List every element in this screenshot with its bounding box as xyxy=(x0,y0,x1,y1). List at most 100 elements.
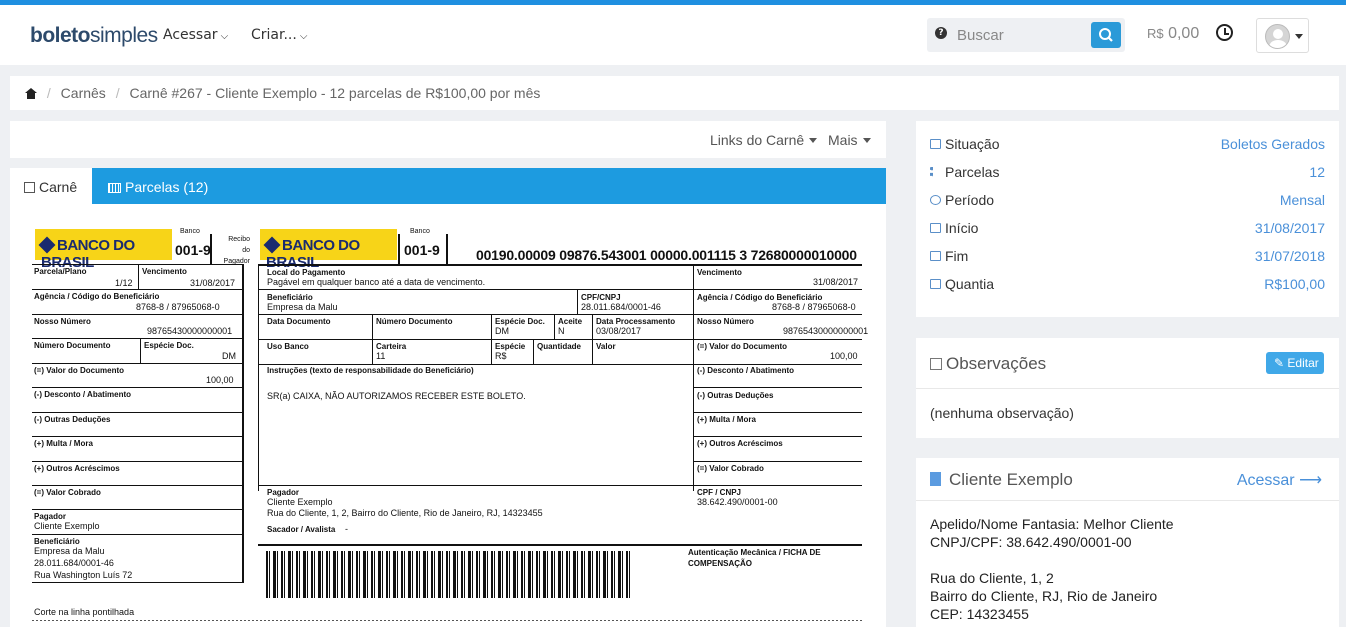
chevron-down-icon: ⌵ xyxy=(220,31,229,42)
breadcrumb-carnes[interactable]: Carnês xyxy=(61,85,106,101)
home-icon[interactable] xyxy=(25,88,37,99)
auth-label: Autenticação Mecânica / FICHA DE COMPENS… xyxy=(688,548,821,568)
field-label: (-) Outras Deduções xyxy=(697,391,774,400)
field-label: Beneficiário xyxy=(34,537,80,546)
field-label: Pagador xyxy=(267,488,300,497)
observacoes-body: (nenhuma observação) xyxy=(930,405,1074,421)
pencil-icon: ✎ xyxy=(1274,356,1285,370)
field-value: Cliente Exemplo xyxy=(267,497,333,507)
bank-label: Banco xyxy=(180,228,200,235)
field-value: 8768-8 / 87965068-0 xyxy=(136,302,220,312)
edit-button[interactable]: ✎ Editar xyxy=(1266,352,1324,374)
field-value: 8768-8 / 87965068-0 xyxy=(772,302,856,312)
field-value: R$ xyxy=(495,351,507,361)
list-icon xyxy=(930,167,941,177)
field-value: Rua do Cliente, 1, 2, Bairro do Cliente,… xyxy=(267,508,543,518)
cliente-apelido: Apelido/Nome Fantasia: Melhor Cliente xyxy=(930,516,1174,532)
field-label: (+) Outros Acréscimos xyxy=(697,439,783,448)
observacoes-title: Observações xyxy=(930,354,1046,374)
instructions-text: SR(a) CAIXA, NÃO AUTORIZAMOS RECEBER EST… xyxy=(267,391,526,401)
field-value: 03/08/2017 xyxy=(596,326,642,336)
field-label: (-) Outras Deduções xyxy=(34,415,111,424)
calendar-icon xyxy=(930,251,941,261)
field-label: Agência / Código do Beneficiário xyxy=(34,292,160,301)
field-label: Quantidade xyxy=(537,342,582,351)
tab-carne[interactable]: Carnê xyxy=(10,168,92,204)
logo[interactable]: boletosimples xyxy=(30,24,158,48)
field-label: Data Processamento xyxy=(596,317,676,326)
search-button[interactable] xyxy=(1091,22,1121,48)
menu-acessar[interactable]: Acessar ⌵ xyxy=(163,27,228,43)
field-value: N xyxy=(558,326,565,336)
field-label: Vencimento xyxy=(142,267,187,276)
field-value: 31/08/2017 xyxy=(190,278,236,288)
links-do-carne-dropdown[interactable]: Links do Carnê xyxy=(710,132,818,148)
chevron-down-icon: ⌵ xyxy=(299,31,308,42)
arrow-right-icon: ⟶ xyxy=(1299,472,1322,489)
field-label: Beneficiário xyxy=(267,293,313,302)
observacoes-panel: Observações ✎ Editar (nenhuma observação… xyxy=(916,338,1339,438)
balance[interactable]: R$ 0,00 xyxy=(1147,25,1199,43)
user-menu[interactable] xyxy=(1256,18,1309,53)
tab-parcelas[interactable]: Parcelas (12) xyxy=(108,179,208,195)
help-icon[interactable]: ? xyxy=(935,27,947,39)
caret-down-icon xyxy=(862,138,871,143)
field-label: Agência / Código do Beneficiário xyxy=(697,293,823,302)
field-label: Número Documento xyxy=(376,317,453,326)
breadcrumb: / Carnês / Carnê #267 - Cliente Exemplo … xyxy=(10,76,1339,110)
field-label: Uso Banco xyxy=(267,342,309,351)
top-navbar: boletosimples Acessar⌵ Criar...⌵ ? R$ 0,… xyxy=(0,5,1346,65)
cliente-addr1: Rua do Cliente, 1, 2 xyxy=(930,570,1054,586)
field-label: (+) Multa / Mora xyxy=(697,415,756,424)
search-icon xyxy=(1099,28,1113,42)
cliente-access-link[interactable]: Acessar ⟶ xyxy=(1237,470,1322,490)
menu-criar[interactable]: Criar... ⌵ xyxy=(251,27,307,43)
field-label: Nosso Número xyxy=(34,317,91,326)
barcode-icon xyxy=(108,183,121,193)
field-label: Instruções (texto de responsabilidade do… xyxy=(267,366,474,375)
field-label: Pagador xyxy=(34,512,67,521)
cliente-panel: Cliente Exemplo Acessar ⟶ Apelido/Nome F… xyxy=(916,458,1339,627)
field-label: Valor xyxy=(596,342,616,351)
info-row-parcelas: Parcelas 12 xyxy=(930,164,1325,184)
search-input[interactable] xyxy=(957,18,1087,52)
info-row-quantia: Quantia R$100,00 xyxy=(930,276,1325,296)
clock-icon[interactable] xyxy=(1216,24,1233,41)
avatar xyxy=(1265,24,1290,49)
field-label: (+) Multa / Mora xyxy=(34,439,93,448)
info-row-fim: Fim 31/07/2018 xyxy=(930,248,1325,268)
bank-label: Banco xyxy=(410,228,430,235)
breadcrumb-current: Carnê #267 - Cliente Exemplo - 12 parcel… xyxy=(129,85,541,101)
carne-info-panel: Situação Boletos Gerados Parcelas 12 Perío… xyxy=(916,121,1339,317)
clock-icon xyxy=(930,195,941,205)
field-label: Aceite xyxy=(558,317,583,326)
digitable-line: 00190.00009 09876.543001 00000.001115 3 … xyxy=(476,247,857,263)
field-label: Nosso Número xyxy=(697,317,754,326)
note-icon xyxy=(930,358,942,370)
bank-code: 001-9 xyxy=(175,242,211,258)
field-label: Número Documento xyxy=(34,341,111,350)
field-value: Empresa da Malu xyxy=(267,302,338,312)
receipt-label: Recibo do Pagador xyxy=(223,236,250,265)
bank-logo: BANCO DO BRASIL xyxy=(35,229,172,271)
info-row-situacao: Situação Boletos Gerados xyxy=(930,136,1325,156)
field-label: Parcela/Plano xyxy=(34,267,87,276)
field-label: (=) Valor Cobrado xyxy=(697,464,764,473)
carne-toolbar: Links do Carnê Mais xyxy=(10,121,886,158)
boleto-document: BANCO DO BRASIL Banco 001-9 Recibo do Pa… xyxy=(10,204,886,627)
tabs: Carnê Parcelas (12) xyxy=(10,168,886,204)
search-box: ? xyxy=(927,18,1125,52)
info-row-periodo: Período Mensal xyxy=(930,192,1325,212)
field-label: (=) Valor Cobrado xyxy=(34,488,101,497)
mais-dropdown[interactable]: Mais xyxy=(828,132,871,148)
info-row-inicio: Início 31/08/2017 xyxy=(930,220,1325,240)
field-value: 1/12 xyxy=(115,278,133,288)
field-value: 100,00 xyxy=(206,375,234,385)
field-value: 28.011.684/0001-46 xyxy=(34,558,114,568)
field-value: 98765430000000001 xyxy=(147,326,233,336)
cliente-cep: CEP: 14323455 xyxy=(930,606,1029,622)
field-label: Sacador / Avalista xyxy=(267,525,336,534)
cliente-addr2: Bairro do Cliente, RJ, Rio de Janeiro xyxy=(930,588,1158,604)
barcode xyxy=(266,551,633,598)
cut-label: Corte na linha pontilhada xyxy=(34,607,135,617)
